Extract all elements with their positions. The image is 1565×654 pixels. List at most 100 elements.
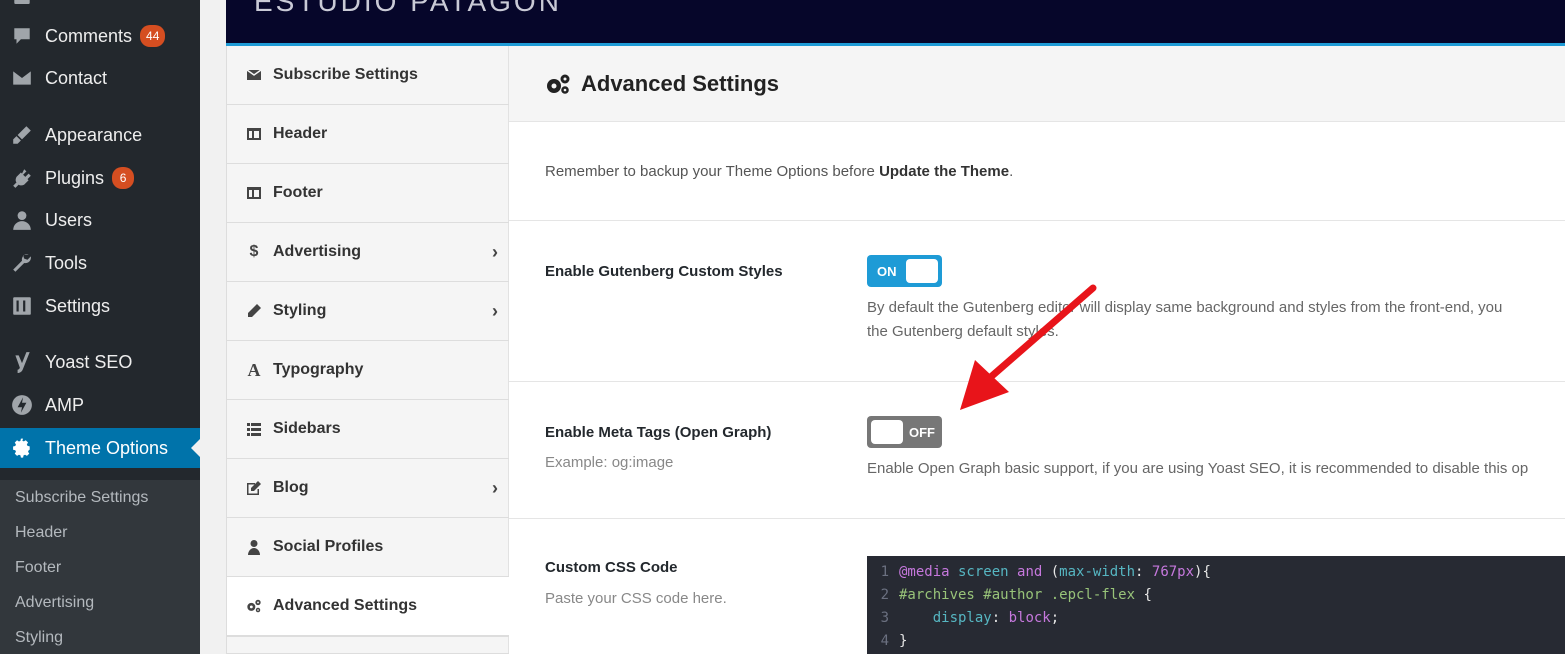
submenu-item-header[interactable]: Header [0, 515, 200, 550]
nav-item-advanced-settings[interactable]: Advanced Settings [227, 577, 510, 636]
setting-sublabel: Example: og:image [545, 454, 674, 471]
code-line: 2 #archives #author .epcl-flex { [867, 584, 1565, 607]
nav-item-blog[interactable]: Blog › [227, 459, 510, 518]
plugins-count-badge: 6 [112, 167, 135, 189]
sidebar-item-yoast[interactable]: Yoast SEO [0, 342, 200, 382]
sidebar-item-label: Comments [45, 25, 133, 46]
code-line: 1 @media screen and (max-width: 767px){ [867, 561, 1565, 584]
nav-item-label: Styling [273, 302, 327, 319]
plug-icon [10, 166, 34, 190]
pencil-icon [245, 303, 263, 319]
notice-text: Remember to backup your Theme Options be… [545, 163, 880, 180]
sidebar-item-contact[interactable]: Contact [0, 58, 200, 98]
cogs-icon [245, 598, 263, 614]
code-token: : [1135, 564, 1152, 580]
user-icon [10, 208, 34, 232]
sidebar-item-pages[interactable] [0, 0, 200, 16]
nav-item-label: Typography [273, 361, 364, 378]
line-number: 3 [880, 610, 889, 626]
theme-options-submenu: Subscribe Settings Header Footer Adverti… [0, 480, 200, 654]
page-icon [10, 0, 34, 16]
chevron-right-icon: › [492, 241, 498, 262]
toggle-knob [906, 259, 938, 283]
code-token: ( [1042, 564, 1060, 580]
dollar-icon: $ [249, 243, 259, 260]
line-number: 1 [880, 564, 889, 580]
code-line: 3 display: block; [867, 607, 1565, 630]
notice-row: Remember to backup your Theme Options be… [509, 122, 1565, 221]
setting-description: Enable Open Graph basic support, if you … [867, 460, 1529, 477]
code-line: 4 } [867, 630, 1565, 653]
nav-item-social-profiles[interactable]: Social Profiles [227, 518, 510, 577]
sidebar-item-theme-options[interactable]: Theme Options [0, 428, 200, 468]
nav-item-label: Sidebars [273, 420, 341, 437]
admin-sidebar: Comments 44 Contact Appearance Plugins 6… [0, 0, 200, 654]
sidebar-item-appearance[interactable]: Appearance [0, 115, 200, 155]
sidebar-item-label: Theme Options [45, 437, 169, 458]
sidebar-item-tools[interactable]: Tools [0, 243, 200, 283]
amp-bolt-icon [10, 393, 34, 417]
sidebar-item-comments[interactable]: Comments 44 [0, 16, 200, 56]
red-arrow-annotation [960, 284, 1097, 410]
sidebar-item-label: Settings [45, 295, 111, 316]
gutenberg-toggle[interactable]: ON [867, 255, 942, 287]
nav-item-label: Blog [273, 479, 309, 496]
code-token: and [1017, 564, 1043, 580]
banner-title: ESTUDIO PATAGON [254, 0, 562, 17]
panel-icon [245, 185, 263, 201]
nav-item-next[interactable] [227, 636, 510, 654]
edit-icon [245, 480, 263, 496]
gear-icon [10, 436, 34, 460]
sliders-icon [10, 294, 34, 318]
nav-item-sidebars[interactable]: Sidebars [227, 400, 510, 459]
submenu-item-advertising[interactable]: Advertising [0, 585, 200, 620]
nav-item-subscribe-settings[interactable]: Subscribe Settings [227, 46, 510, 105]
code-token: max-width [1059, 564, 1136, 580]
sidebar-item-amp[interactable]: AMP [0, 385, 200, 425]
nav-item-styling[interactable]: Styling › [227, 282, 510, 341]
nav-item-typography[interactable]: A Typography [227, 341, 510, 400]
setting-label: Enable Meta Tags (Open Graph) [545, 424, 772, 441]
code-token: { [1135, 587, 1152, 603]
envelope-icon [245, 67, 263, 83]
brush-icon [10, 123, 34, 147]
sidebar-item-label: Yoast SEO [45, 351, 133, 372]
code-token: ; [1050, 610, 1060, 626]
list-icon [245, 421, 263, 437]
setting-label: Enable Gutenberg Custom Styles [545, 263, 783, 280]
chevron-right-icon: › [492, 477, 498, 498]
wrench-icon [10, 251, 34, 275]
backup-notice: Remember to backup your Theme Options be… [545, 163, 1013, 180]
code-token: block [1008, 610, 1051, 626]
user-icon [245, 539, 263, 555]
chevron-right-icon: › [492, 300, 498, 321]
css-code-editor[interactable]: 1 @media screen and (max-width: 767px){ … [867, 556, 1565, 654]
code-token: ){ [1194, 564, 1211, 580]
code-token: 767px [1151, 564, 1195, 580]
nav-item-label: Social Profiles [273, 538, 384, 555]
sidebar-item-plugins[interactable]: Plugins 6 [0, 158, 200, 198]
cogs-icon [547, 74, 570, 94]
code-token: screen [949, 564, 1018, 580]
line-number: 2 [880, 587, 889, 603]
submenu-item-styling[interactable]: Styling [0, 620, 200, 654]
meta-tags-toggle[interactable]: OFF [867, 416, 942, 448]
setting-label: Custom CSS Code [545, 559, 678, 576]
sidebar-item-settings[interactable]: Settings [0, 286, 200, 326]
submenu-item-footer[interactable]: Footer [0, 550, 200, 585]
nav-item-header[interactable]: Header [227, 105, 510, 164]
nav-item-advertising[interactable]: $ Advertising › [227, 223, 510, 282]
sidebar-item-label: Tools [45, 252, 88, 273]
toggle-knob [871, 420, 903, 444]
nav-item-footer[interactable]: Footer [227, 164, 510, 223]
sidebar-item-users[interactable]: Users [0, 200, 200, 240]
submenu-item-subscribe[interactable]: Subscribe Settings [0, 480, 200, 515]
envelope-icon [10, 66, 34, 90]
panel-icon [245, 126, 263, 142]
theme-banner: ESTUDIO PATAGON [226, 0, 1565, 46]
sidebar-item-label: Users [45, 209, 93, 230]
section-header: Advanced Settings [509, 46, 1565, 122]
options-nav: Subscribe Settings Header Footer $ Adver… [226, 46, 510, 654]
notice-bold-text: Update the Theme [879, 163, 1010, 180]
code-token: @media [899, 564, 950, 580]
